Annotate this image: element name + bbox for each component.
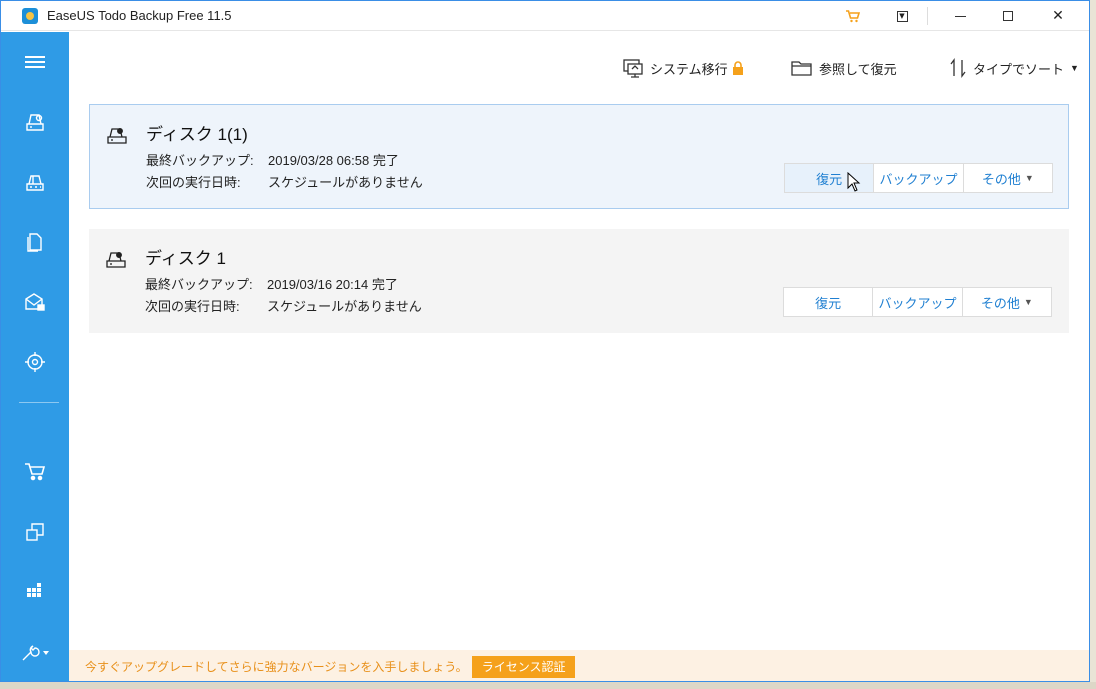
last-backup-label: 最終バックアップ: xyxy=(146,153,254,168)
upgrade-text: 今すぐアップグレードしてさらに強力なバージョンを入手しましょう。 xyxy=(85,660,468,674)
apps-icon[interactable] xyxy=(1,570,69,610)
desktop-background xyxy=(0,682,1096,689)
app-logo-icon xyxy=(22,8,38,24)
restore-button[interactable]: 復元 xyxy=(784,288,874,316)
chevron-down-icon: ▼ xyxy=(1024,173,1034,183)
backup-button[interactable]: バックアップ xyxy=(873,288,963,316)
sidebar-divider xyxy=(19,402,59,403)
partition-backup-icon[interactable] xyxy=(1,162,69,202)
smart-backup-icon[interactable] xyxy=(1,342,69,382)
card-actions: 復元 バックアップ その他 ▼ xyxy=(783,287,1052,317)
sort-by-type-button[interactable]: タイプでソート ▼ xyxy=(949,57,1079,79)
title-bar: EaseUS Todo Backup Free 11.5 ▼ ✕ xyxy=(1,1,1089,31)
more-label: その他 xyxy=(981,171,1021,187)
sidebar xyxy=(1,32,69,681)
tools-icon[interactable] xyxy=(1,632,69,672)
file-backup-icon[interactable] xyxy=(1,222,69,262)
sort-icon xyxy=(950,58,966,78)
system-transfer-button[interactable]: システム移行 xyxy=(622,57,744,79)
chevron-down-icon: ▼ xyxy=(1023,297,1033,307)
backup-card[interactable]: ディスク 1 最終バックアップ: 2019/03/16 20:14 完了 次回の実… xyxy=(89,229,1069,333)
last-backup-label: 最終バックアップ: xyxy=(145,277,253,292)
browse-restore-button[interactable]: 参照して復元 xyxy=(791,57,897,79)
close-icon[interactable]: ✕ xyxy=(1035,1,1081,31)
system-transfer-icon xyxy=(623,59,643,78)
disk-icon xyxy=(107,128,127,144)
mouse-cursor-icon xyxy=(847,172,861,192)
more-button[interactable]: その他 ▼ xyxy=(963,288,1051,316)
next-run-value: スケジュールがありません xyxy=(267,299,422,314)
minimize-icon[interactable] xyxy=(937,1,983,31)
system-transfer-label: システム移行 xyxy=(650,61,728,77)
desktop-background xyxy=(1090,0,1096,689)
browse-restore-label: 参照して復元 xyxy=(819,61,897,77)
last-backup-value: 2019/03/28 06:58 完了 xyxy=(268,153,399,168)
disk-icon xyxy=(106,252,126,268)
sort-by-type-label: タイプでソート xyxy=(973,61,1065,77)
next-run-row: 次回の実行日時: スケジュールがありません xyxy=(146,172,423,191)
dropdown-menu-icon[interactable]: ▼ xyxy=(879,1,925,31)
clone-icon[interactable] xyxy=(1,512,69,552)
cart-icon[interactable] xyxy=(1,452,69,492)
more-button[interactable]: その他 ▼ xyxy=(964,164,1052,192)
app-window: EaseUS Todo Backup Free 11.5 ▼ ✕ システム移行 … xyxy=(0,0,1090,682)
license-activation-button[interactable]: ライセンス認証 xyxy=(471,655,576,678)
backup-name: ディスク 1(1) xyxy=(146,125,248,144)
maximize-icon[interactable] xyxy=(985,1,1031,31)
folder-icon xyxy=(791,61,812,76)
mail-backup-icon[interactable] xyxy=(1,282,69,322)
disk-backup-icon[interactable] xyxy=(1,102,69,142)
next-run-value: スケジュールがありません xyxy=(268,175,423,190)
lock-icon xyxy=(732,61,743,75)
titlebar-divider xyxy=(927,7,928,25)
last-backup-row: 最終バックアップ: 2019/03/16 20:14 完了 xyxy=(145,274,398,293)
backup-card[interactable]: ディスク 1(1) 最終バックアップ: 2019/03/28 06:58 完了 次… xyxy=(89,104,1069,209)
window-title: EaseUS Todo Backup Free 11.5 xyxy=(47,8,232,23)
card-actions: 復元 バックアップ その他 ▼ xyxy=(784,163,1053,193)
last-backup-row: 最終バックアップ: 2019/03/28 06:58 完了 xyxy=(146,150,399,169)
cart-icon[interactable] xyxy=(830,1,876,31)
hamburger-menu-icon[interactable] xyxy=(1,42,69,82)
chevron-down-icon: ▼ xyxy=(1070,63,1079,73)
next-run-label: 次回の実行日時: xyxy=(146,175,241,190)
backup-button[interactable]: バックアップ xyxy=(874,164,964,192)
last-backup-value: 2019/03/16 20:14 完了 xyxy=(267,277,398,292)
next-run-label: 次回の実行日時: xyxy=(145,299,240,314)
more-label: その他 xyxy=(980,295,1020,311)
backup-name: ディスク 1 xyxy=(145,249,226,268)
upgrade-banner: 今すぐアップグレードしてさらに強力なバージョンを入手しましょう。 ライセンス認証 xyxy=(69,650,1089,681)
next-run-row: 次回の実行日時: スケジュールがありません xyxy=(145,296,422,315)
